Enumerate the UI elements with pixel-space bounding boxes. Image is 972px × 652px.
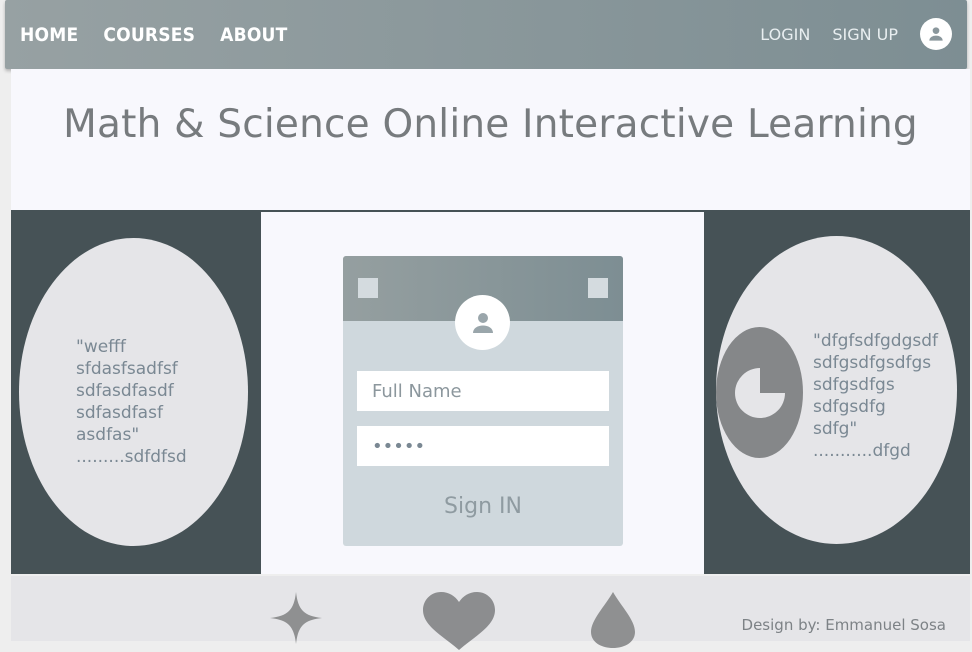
account-nav: LOGIN SIGN UP xyxy=(760,18,952,50)
pie-chart-icon xyxy=(716,327,803,458)
login-link[interactable]: LOGIN xyxy=(760,25,810,44)
page-footer: Design by: Emmanuel Sosa xyxy=(11,576,970,650)
design-credit: Design by: Emmanuel Sosa xyxy=(741,616,946,634)
password-input[interactable] xyxy=(357,426,609,466)
quote-line: asdfas" xyxy=(76,425,140,445)
card-corner-square xyxy=(358,278,378,298)
quote-line: sdfgsdfg xyxy=(813,397,886,417)
nav-home-link[interactable]: HOME xyxy=(20,24,78,46)
user-icon-glyph xyxy=(472,312,493,333)
quote-author: ...........dfgd xyxy=(813,441,911,461)
quote-line: sdfgsdfgs xyxy=(813,375,895,395)
nav-courses-link[interactable]: COURSES xyxy=(103,24,195,46)
quote-line: sdfasdfasdf xyxy=(76,381,174,401)
quote-line: sdfg" xyxy=(813,419,858,439)
main-nav: HOME COURSES ABOUT xyxy=(20,24,313,46)
left-quote-bubble: "wefff sfdasfsadfsf sdfasdfasdf sdfasdfa… xyxy=(19,238,248,546)
user-icon-glyph xyxy=(929,27,943,41)
quote-line: "wefff xyxy=(76,337,126,357)
login-card: Sign IN xyxy=(343,256,623,546)
user-icon[interactable] xyxy=(920,18,952,50)
pie-chart-glyph xyxy=(734,367,785,418)
sign-in-button[interactable]: Sign IN xyxy=(343,493,623,520)
user-icon xyxy=(455,295,510,350)
right-quote-bubble: "dfgfsdfgdgsdf sdfgsdfgsdfgs sdfgsdfgs s… xyxy=(716,236,957,544)
hero-banner: Math & Science Online Interactive Learni… xyxy=(11,69,970,210)
top-navbar: HOME COURSES ABOUT LOGIN SIGN UP xyxy=(5,0,967,69)
quote-line: "dfgfsdfgdgsdf xyxy=(813,331,939,351)
signup-link[interactable]: SIGN UP xyxy=(832,25,898,44)
left-quote-text: "wefff sfdasfsadfsf sdfasdfasdf sdfasdfa… xyxy=(76,336,187,468)
page-title: Math & Science Online Interactive Learni… xyxy=(63,102,918,147)
card-corner-square xyxy=(588,278,608,298)
sparkle-icon xyxy=(270,592,322,644)
quote-line: sdfasdfasf xyxy=(76,403,163,423)
quote-line: sdfgsdfgsdfgs xyxy=(813,353,932,373)
full-name-input[interactable] xyxy=(357,371,609,411)
quote-line: sfdasfsadfsf xyxy=(76,359,178,379)
right-quote-text: "dfgfsdfgdgsdf sdfgsdfgsdfgs sdfgsdfgs s… xyxy=(813,330,938,462)
login-panel: Sign IN xyxy=(261,212,704,574)
drop-icon xyxy=(591,592,635,648)
content-band: "wefff sfdasfsadfsf sdfasdfasdf sdfasdfa… xyxy=(11,210,970,574)
nav-about-link[interactable]: ABOUT xyxy=(220,24,287,46)
quote-author: .........sdfdfsd xyxy=(76,447,187,467)
heart-icon xyxy=(423,592,495,650)
